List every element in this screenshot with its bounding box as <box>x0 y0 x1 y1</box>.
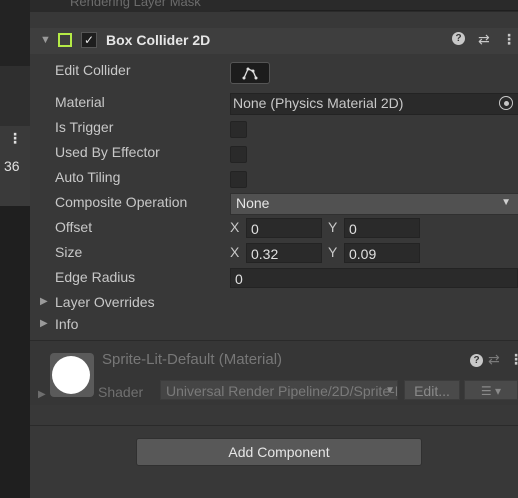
add-component-button[interactable]: Add Component <box>136 438 422 466</box>
is-trigger-label: Is Trigger <box>55 119 114 135</box>
material-label: Material <box>55 94 105 110</box>
left-strip-segment <box>0 206 30 498</box>
size-label: Size <box>55 244 83 260</box>
material-value: None (Physics Material 2D) <box>233 95 404 111</box>
section-divider <box>30 425 518 426</box>
auto-tiling-label: Auto Tiling <box>55 169 121 185</box>
is-trigger-row: Is Trigger <box>30 117 518 139</box>
layer-overrides-foldout[interactable]: ▶ Layer Overrides <box>30 292 518 314</box>
offset-y-label[interactable]: Y <box>328 219 337 235</box>
foldout-collapsed-icon[interactable]: ▶ <box>40 296 48 307</box>
shader-value: Universal Render Pipeline/2D/Sprite-Lit-… <box>166 383 397 399</box>
material-preview-thumbnail <box>50 353 94 397</box>
offset-y-field[interactable]: 0 <box>344 218 420 238</box>
info-foldout[interactable]: ▶ Info <box>30 314 518 336</box>
offset-label: Offset <box>55 219 93 235</box>
foldout-expanded-icon[interactable]: ▼ <box>40 34 51 46</box>
material-object-field[interactable]: None (Physics Material 2D) <box>230 93 518 115</box>
size-y-field[interactable]: 0.09 <box>344 243 420 263</box>
size-y-label[interactable]: Y <box>328 244 337 260</box>
edit-collider-label: Edit Collider <box>55 62 131 78</box>
chevron-down-icon: ▼ <box>501 197 511 208</box>
shader-dropdown[interactable]: Universal Render Pipeline/2D/Sprite-Lit-… <box>160 380 398 400</box>
material-row: Material None (Physics Material 2D) <box>30 92 518 115</box>
composite-operation-value: None <box>236 195 270 211</box>
material-name: Sprite-Lit-Default (Material) <box>102 351 283 368</box>
edge-radius-row: Edge Radius 0 <box>30 267 518 289</box>
offset-row: Offset X 0 Y 0 <box>30 217 518 239</box>
edit-collider-button[interactable] <box>230 62 270 84</box>
auto-tiling-checkbox[interactable] <box>230 171 247 188</box>
partial-field[interactable] <box>230 0 518 11</box>
auto-tiling-row: Auto Tiling <box>30 167 518 189</box>
used-by-effector-checkbox[interactable] <box>230 146 247 163</box>
inspector-panel: Rendering Layer Mask ▼ ✓ Box Collider 2D… <box>30 0 518 498</box>
size-x-field[interactable]: 0.32 <box>246 243 322 263</box>
kebab-menu-icon[interactable]: ⋮ <box>8 130 22 147</box>
material-menu-icon[interactable]: ⋮ <box>509 351 518 368</box>
polygon-edit-icon <box>242 67 258 80</box>
shader-edit-button[interactable]: Edit... <box>404 380 460 400</box>
list-icon: ☰ <box>480 384 492 398</box>
partial-label: Rendering Layer Mask <box>70 0 201 9</box>
offset-x-label[interactable]: X <box>230 219 239 235</box>
component-menu-icon[interactable]: ⋮ <box>502 31 516 48</box>
shader-label: Shader <box>98 384 144 400</box>
left-hierarchy-strip: ⋮ 36 <box>0 0 30 498</box>
chevron-down-icon: ▼ <box>385 385 395 396</box>
help-icon[interactable]: ? <box>452 32 465 45</box>
chevron-down-icon: ▾ <box>495 384 502 398</box>
size-x-label[interactable]: X <box>230 244 239 260</box>
is-trigger-checkbox[interactable] <box>230 121 247 138</box>
previous-component-row: Rendering Layer Mask <box>30 0 518 12</box>
component-enabled-checkbox[interactable]: ✓ <box>81 32 97 48</box>
preset-icon[interactable]: ⇄ <box>488 351 500 368</box>
preset-icon[interactable]: ⇄ <box>478 31 490 48</box>
help-icon[interactable]: ? <box>470 354 483 367</box>
box-collider-icon <box>58 33 72 47</box>
edit-collider-row: Edit Collider <box>30 60 518 84</box>
offset-x-field[interactable]: 0 <box>246 218 322 238</box>
component-header[interactable]: ▼ ✓ Box Collider 2D ? ⇄ ⋮ <box>30 28 518 54</box>
used-by-effector-row: Used By Effector <box>30 142 518 164</box>
left-strip-segment <box>0 0 30 66</box>
layer-overrides-label[interactable]: Layer Overrides <box>55 294 155 310</box>
used-by-effector-label: Used By Effector <box>55 144 160 160</box>
composite-operation-dropdown[interactable]: None ▼ <box>230 193 518 215</box>
composite-operation-row: Composite Operation None ▼ <box>30 192 518 215</box>
left-strip-segment <box>0 66 30 126</box>
shader-options-dropdown[interactable]: ☰ ▾ <box>464 380 518 400</box>
foldout-collapsed-icon[interactable]: ▶ <box>38 389 46 400</box>
left-strip-number: 36 <box>4 158 20 174</box>
edge-radius-field[interactable]: 0 <box>230 268 518 288</box>
info-label[interactable]: Info <box>55 316 78 332</box>
material-preview-sphere <box>52 356 90 394</box>
edge-radius-label: Edge Radius <box>55 269 136 285</box>
composite-operation-label: Composite Operation <box>55 194 188 210</box>
component-title: Box Collider 2D <box>106 32 211 48</box>
foldout-collapsed-icon[interactable]: ▶ <box>40 318 48 329</box>
size-row: Size X 0.32 Y 0.09 <box>30 242 518 264</box>
object-picker-icon[interactable] <box>499 96 513 110</box>
material-section: ▶ Sprite-Lit-Default (Material) ? ⇄ ⋮ Sh… <box>30 341 518 405</box>
